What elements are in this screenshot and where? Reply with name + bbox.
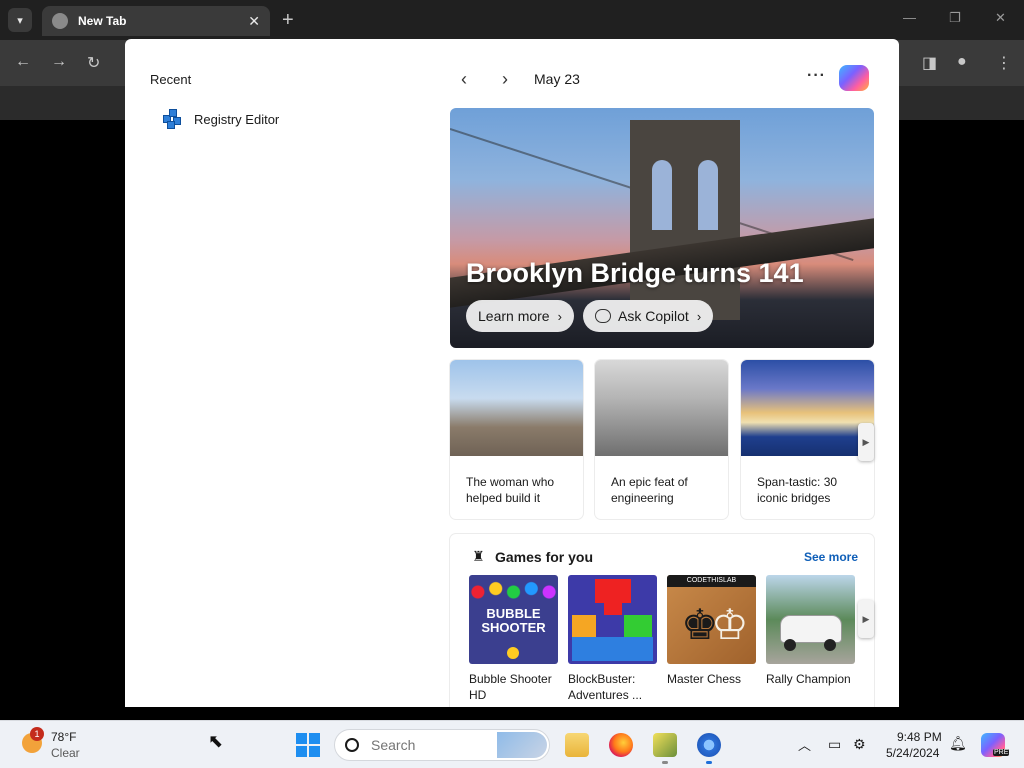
menu-icon[interactable]: ⋮ bbox=[996, 53, 1012, 73]
see-more-link[interactable]: See more bbox=[804, 550, 858, 564]
story-image bbox=[450, 360, 583, 456]
weather-notification-badge: 1 bbox=[30, 727, 44, 741]
chrome-icon[interactable] bbox=[697, 733, 721, 757]
blockbuster-art bbox=[568, 575, 657, 664]
chevron-right-icon: › bbox=[557, 308, 562, 324]
weather-condition[interactable]: Clear bbox=[51, 746, 80, 760]
game-tile-blockbuster[interactable]: BlockBuster: Adventures ... bbox=[568, 575, 657, 703]
taskbar: 1 78°F Clear ⬉ ︿ ▭ ⚙ 9:48 PM 5/24/2024 🔔… bbox=[0, 720, 1024, 768]
recent-item-label: Registry Editor bbox=[194, 111, 280, 127]
registry-editor-icon bbox=[163, 109, 183, 129]
ask-copilot-button[interactable]: Ask Copilot › bbox=[583, 300, 714, 332]
notification-bell-icon[interactable]: 🔔︎ bbox=[949, 735, 967, 752]
game-tile-master-chess[interactable]: CODETHISLAB ♚ ♔ Master Chess bbox=[667, 575, 756, 687]
chat-icon bbox=[595, 309, 611, 323]
date-label: May 23 bbox=[534, 71, 580, 87]
games-title: Games for you bbox=[495, 549, 594, 565]
recent-heading: Recent bbox=[150, 72, 192, 87]
codethislab-banner: CODETHISLAB bbox=[667, 575, 756, 587]
new-tab-favicon-icon bbox=[52, 13, 68, 29]
next-day-icon[interactable]: › bbox=[502, 69, 508, 90]
hero-card[interactable]: Brooklyn Bridge turns 141 Learn more › A… bbox=[450, 108, 874, 348]
tab-search-dropdown-icon[interactable]: ▾ bbox=[8, 8, 32, 32]
weather-temperature[interactable]: 78°F bbox=[51, 730, 76, 744]
show-hidden-icons-icon[interactable]: ︿ bbox=[798, 735, 811, 754]
learn-more-label: Learn more bbox=[478, 308, 550, 324]
file-explorer-icon[interactable] bbox=[565, 733, 589, 757]
games-section: ♜ Games for you See more BUBBLE SHOOTER … bbox=[450, 534, 874, 707]
game-name: Bubble Shooter HD bbox=[469, 672, 552, 702]
network-icon[interactable]: ▭ bbox=[828, 736, 841, 753]
forward-icon[interactable]: → bbox=[51, 53, 67, 71]
app-active-indicator bbox=[706, 761, 712, 764]
story-image bbox=[595, 360, 728, 456]
carousel-next-icon[interactable]: ▶ bbox=[858, 423, 874, 461]
master-chess-art: CODETHISLAB ♚ ♔ bbox=[667, 575, 756, 664]
story-text: The woman who helped build it bbox=[466, 475, 555, 505]
minimize-icon[interactable]: — bbox=[903, 10, 916, 25]
more-options-icon[interactable]: ··· bbox=[807, 67, 826, 85]
rally-champion-art bbox=[766, 575, 855, 664]
bridge-tower bbox=[630, 120, 740, 320]
chess-pieces-icon: ♜ bbox=[472, 548, 485, 564]
back-icon[interactable]: ← bbox=[15, 53, 31, 71]
tab-new-tab[interactable]: New Tab ✕ bbox=[42, 6, 270, 36]
side-panel-icon[interactable]: ◨ bbox=[922, 53, 937, 73]
story-image bbox=[741, 360, 874, 456]
previous-day-icon[interactable]: ‹ bbox=[461, 69, 467, 90]
app-running-indicator bbox=[662, 761, 668, 764]
copilot-pre-badge: PRE bbox=[993, 749, 1010, 756]
game-name: Rally Champion bbox=[766, 672, 851, 686]
tab-title: New Tab bbox=[78, 14, 127, 28]
search-icon bbox=[345, 738, 359, 752]
new-tab-button[interactable]: + bbox=[282, 8, 294, 32]
story-card[interactable]: An epic feat of engineering bbox=[595, 360, 728, 519]
profile-icon[interactable]: ● bbox=[957, 53, 967, 71]
clock-time[interactable]: 9:48 PM bbox=[897, 730, 942, 744]
hero-title: Brooklyn Bridge turns 141 bbox=[466, 258, 804, 288]
game-name: Master Chess bbox=[667, 672, 742, 686]
game-tile-rally-champion[interactable]: Rally Champion bbox=[766, 575, 855, 687]
close-tab-icon[interactable]: ✕ bbox=[248, 13, 260, 30]
window-close-icon[interactable]: ✕ bbox=[995, 10, 1006, 26]
start-menu-panel: Recent Registry Editor ‹ › May 23 ··· Br… bbox=[125, 39, 899, 707]
clock-date[interactable]: 5/24/2024 bbox=[886, 746, 939, 760]
recent-item-registry-editor[interactable]: Registry Editor bbox=[163, 109, 279, 129]
browser-tab-bar: ▾ New Tab ✕ + — ❐ ✕ bbox=[0, 0, 1024, 40]
story-text: An epic feat of engineering bbox=[611, 475, 688, 505]
firefox-icon[interactable] bbox=[609, 733, 633, 757]
restore-icon[interactable]: ❐ bbox=[949, 10, 961, 26]
games-next-icon[interactable]: ▶ bbox=[858, 600, 874, 638]
reload-icon[interactable]: ↻ bbox=[87, 53, 100, 73]
start-button[interactable] bbox=[296, 733, 320, 757]
game-name: BlockBuster: Adventures ... bbox=[568, 672, 643, 702]
taskbar-app-icon[interactable] bbox=[653, 733, 677, 757]
search-highlight-art bbox=[497, 732, 547, 758]
game-tile-bubble-shooter[interactable]: BUBBLE SHOOTER Bubble Shooter HD bbox=[469, 575, 558, 703]
bubble-shooter-art: BUBBLE SHOOTER bbox=[469, 575, 558, 664]
search-input[interactable] bbox=[371, 737, 501, 753]
white-king-icon: ♔ bbox=[711, 601, 749, 648]
mouse-cursor-icon: ⬉ bbox=[208, 731, 224, 751]
story-card[interactable]: Span-tastic: 30 iconic bridges bbox=[741, 360, 874, 519]
ask-copilot-label: Ask Copilot bbox=[618, 308, 689, 324]
learn-more-button[interactable]: Learn more › bbox=[466, 300, 574, 332]
story-text: Span-tastic: 30 iconic bridges bbox=[757, 475, 838, 505]
copilot-icon[interactable] bbox=[839, 65, 869, 91]
taskbar-search[interactable] bbox=[334, 729, 550, 761]
sound-icon[interactable]: ⚙ bbox=[853, 736, 866, 753]
bubble-shooter-logo-text: BUBBLE SHOOTER bbox=[481, 606, 546, 635]
chevron-right-icon: › bbox=[696, 308, 702, 324]
story-card[interactable]: The woman who helped build it bbox=[450, 360, 583, 519]
